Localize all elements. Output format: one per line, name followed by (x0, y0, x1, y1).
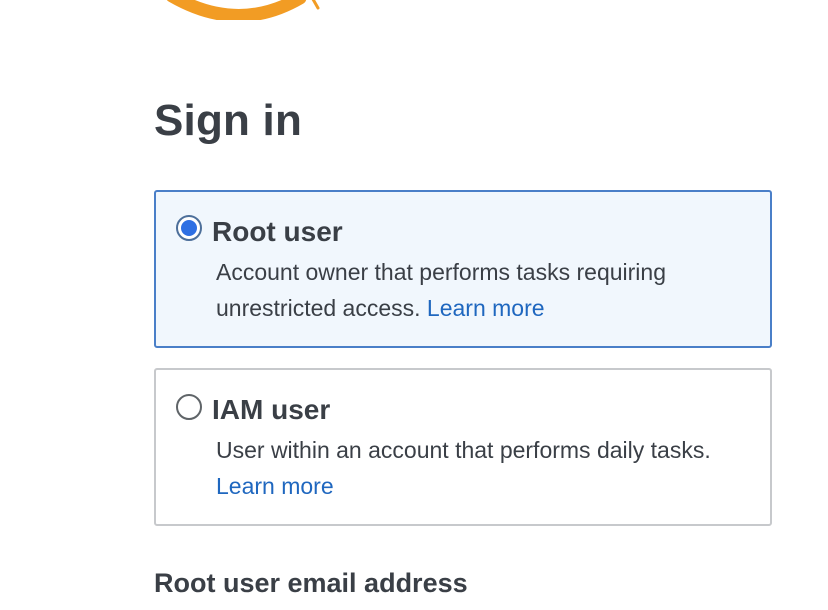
root-user-option-title: Root user (212, 216, 343, 247)
root-user-radio[interactable] (176, 215, 202, 241)
iam-user-option[interactable]: IAM user User within an account that per… (154, 368, 772, 526)
iam-user-option-title: IAM user (212, 394, 331, 425)
iam-user-radio[interactable] (176, 394, 202, 420)
aws-smile-logo (166, 0, 320, 20)
root-user-option-description: Account owner that performs tasks requir… (216, 254, 756, 326)
root-user-learn-more-link[interactable]: Learn more (427, 295, 545, 321)
page-title: Sign in (154, 96, 303, 145)
iam-user-description-text: User within an account that performs dai… (216, 437, 711, 463)
email-field-label: Root user email address (154, 568, 468, 598)
iam-user-learn-more-link[interactable]: Learn more (216, 473, 334, 499)
root-user-option[interactable]: Root user Account owner that performs ta… (154, 190, 772, 348)
iam-user-option-description: User within an account that performs dai… (216, 432, 756, 504)
sign-in-page: Sign in Root user Account owner that per… (0, 0, 828, 610)
